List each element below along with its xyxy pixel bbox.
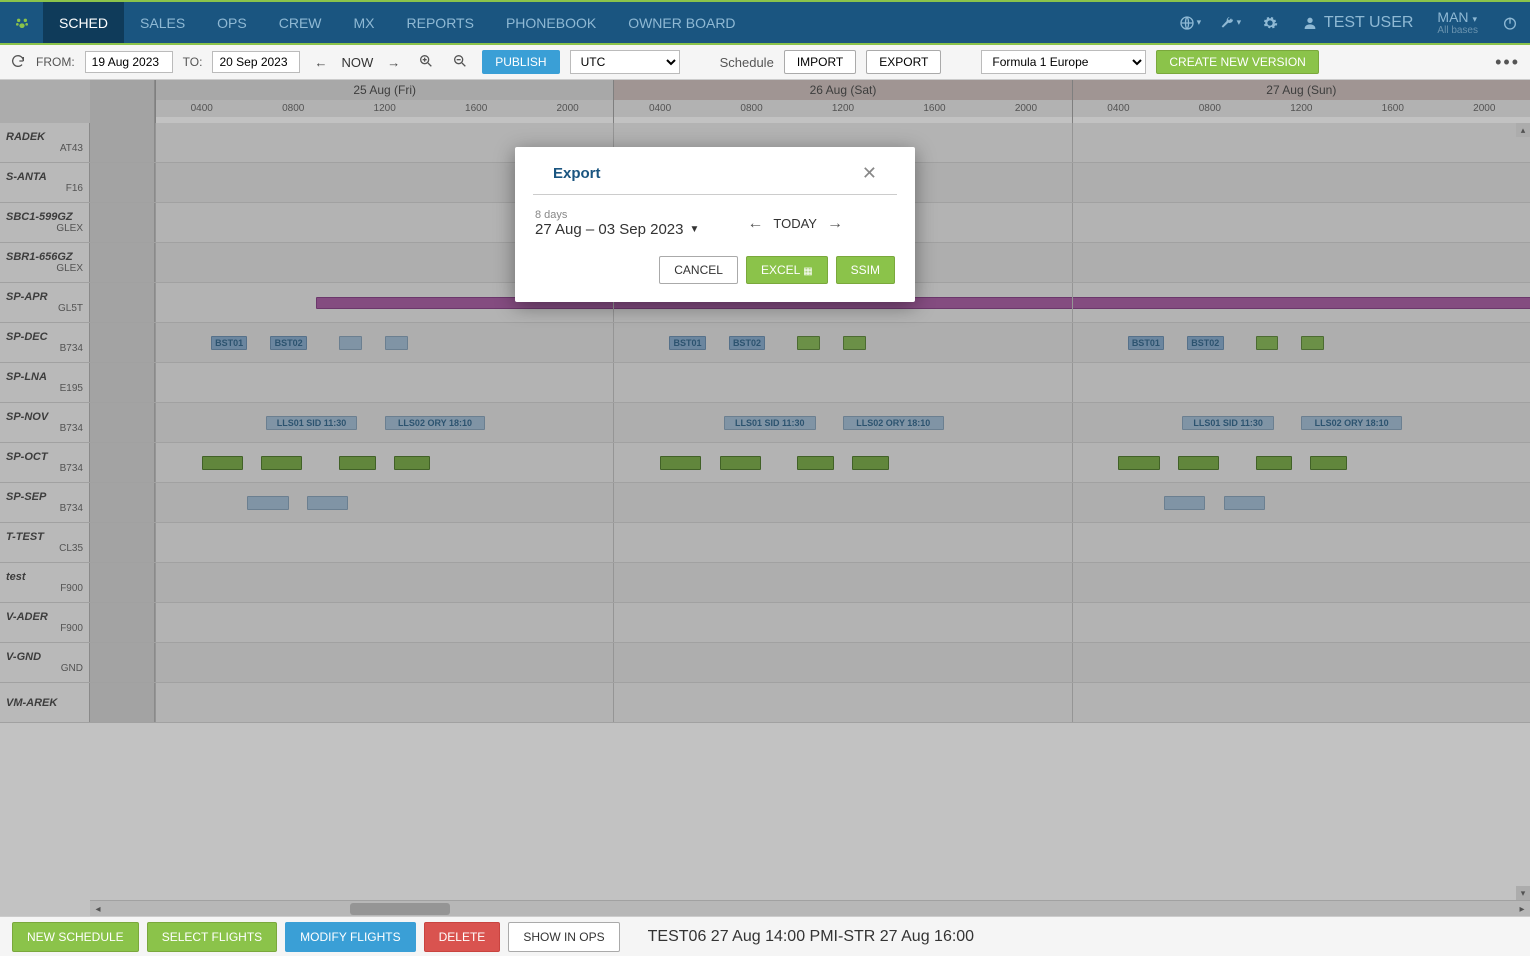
range-next-icon[interactable]: →	[827, 215, 843, 233]
delete-button[interactable]: DELETE	[424, 922, 501, 952]
next-arrow-icon[interactable]: →	[383, 55, 404, 70]
now-button[interactable]: NOW	[341, 55, 373, 70]
schedule-label: Schedule	[720, 55, 774, 70]
to-date-input[interactable]	[212, 51, 300, 73]
select-flights-button[interactable]: SELECT FLIGHTS	[147, 922, 277, 952]
date-range-picker[interactable]: 8 days 27 Aug – 03 Sep 2023 ▼	[535, 209, 699, 238]
caret-down-icon: ▼	[689, 224, 699, 235]
gear-icon[interactable]	[1250, 2, 1290, 43]
user-name: TEST USER	[1324, 14, 1414, 32]
logo-paw-icon[interactable]	[0, 2, 43, 43]
wrench-icon[interactable]: ▾	[1210, 2, 1250, 43]
cancel-button[interactable]: CANCEL	[659, 256, 738, 284]
event-select[interactable]: Formula 1 Europe	[981, 50, 1146, 74]
top-nav: SCHEDSALESOPSCREWMXREPORTSPHONEBOOKOWNER…	[0, 0, 1530, 43]
bottom-bar: NEW SCHEDULE SELECT FLIGHTS MODIFY FLIGH…	[0, 916, 1530, 956]
export-modal: Export ✕ 8 days 27 Aug – 03 Sep 2023 ▼ ←…	[515, 147, 915, 302]
nav-tab-sched[interactable]: SCHED	[43, 0, 124, 43]
create-version-button[interactable]: CREATE NEW VERSION	[1156, 50, 1318, 74]
from-label: FROM:	[36, 55, 75, 69]
today-button[interactable]: TODAY	[773, 216, 817, 231]
modal-title: Export	[553, 165, 601, 182]
zoom-in-icon[interactable]	[414, 53, 438, 72]
show-in-ops-button[interactable]: SHOW IN OPS	[508, 922, 619, 952]
timezone-select[interactable]: UTC	[570, 50, 680, 74]
import-button[interactable]: IMPORT	[784, 50, 856, 74]
nav-tab-ops[interactable]: OPS	[201, 2, 263, 43]
modify-flights-button[interactable]: MODIFY FLIGHTS	[285, 922, 415, 952]
nav-tab-owner-board[interactable]: OWNER BOARD	[612, 2, 751, 43]
user-menu[interactable]: TEST USER	[1290, 2, 1426, 43]
range-prev-icon[interactable]: ←	[747, 215, 763, 233]
excel-button[interactable]: EXCEL ▦	[746, 256, 828, 284]
prev-arrow-icon[interactable]: ←	[310, 55, 331, 70]
ssim-button[interactable]: SSIM	[836, 256, 895, 284]
globe-icon[interactable]: ▾	[1170, 2, 1210, 43]
power-icon[interactable]	[1490, 2, 1530, 43]
nav-tab-crew[interactable]: CREW	[263, 2, 338, 43]
nav-tab-mx[interactable]: MX	[338, 2, 391, 43]
toolbar: FROM: TO: ← NOW → PUBLISH UTC Schedule I…	[0, 43, 1530, 80]
nav-tab-reports[interactable]: REPORTS	[391, 2, 490, 43]
more-icon[interactable]: •••	[1495, 52, 1520, 73]
nav-tab-sales[interactable]: SALES	[124, 2, 201, 43]
from-date-input[interactable]	[85, 51, 173, 73]
publish-button[interactable]: PUBLISH	[482, 50, 559, 74]
excel-icon: ▦	[803, 266, 812, 277]
selection-info: TEST06 27 Aug 14:00 PMI-STR 27 Aug 16:00	[648, 928, 974, 946]
refresh-icon[interactable]	[10, 53, 26, 72]
export-button[interactable]: EXPORT	[866, 50, 941, 74]
base-selector[interactable]: MAN ▾ All bases	[1425, 2, 1490, 43]
new-schedule-button[interactable]: NEW SCHEDULE	[12, 922, 139, 952]
close-icon[interactable]: ✕	[862, 163, 877, 184]
nav-tab-phonebook[interactable]: PHONEBOOK	[490, 2, 612, 43]
to-label: TO:	[183, 55, 203, 69]
zoom-out-icon[interactable]	[448, 53, 472, 72]
